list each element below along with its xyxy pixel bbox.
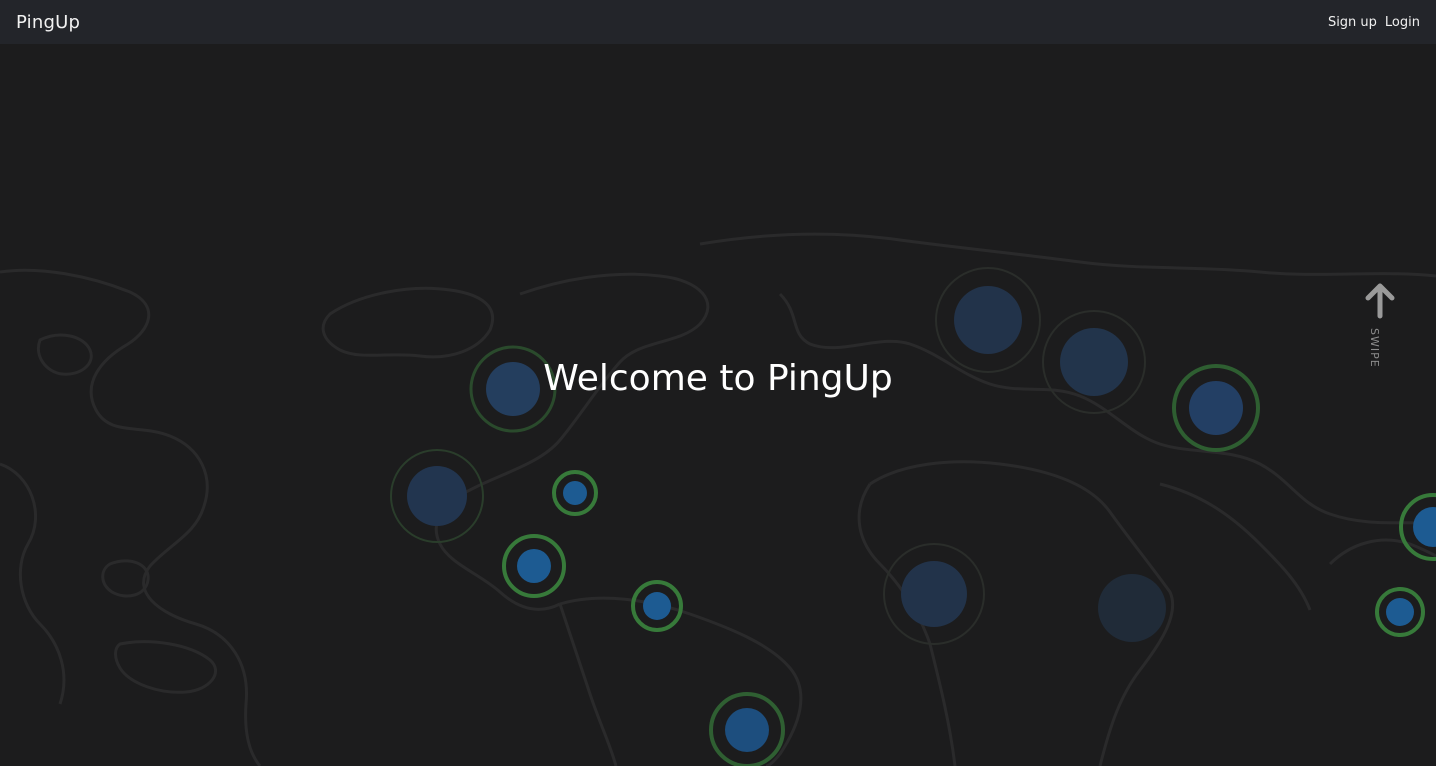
ping-marker-faded[interactable] bbox=[883, 543, 985, 645]
ping-marker-active[interactable] bbox=[709, 692, 785, 766]
continent-outlines bbox=[0, 232, 1436, 766]
ping-marker-active[interactable] bbox=[502, 534, 566, 598]
swipe-label: SWIPE bbox=[1368, 328, 1381, 368]
top-navbar: PingUp Sign up Login bbox=[0, 0, 1436, 44]
ping-marker-faded[interactable] bbox=[1098, 574, 1166, 642]
ping-marker-active[interactable] bbox=[552, 470, 598, 516]
hero-section: Welcome to PingUp SWIPE bbox=[0, 44, 1436, 766]
ping-marker-active[interactable] bbox=[1399, 493, 1436, 561]
greenland-outline bbox=[321, 286, 494, 359]
world-map-background bbox=[0, 232, 1436, 766]
swipe-indicator[interactable]: SWIPE bbox=[1360, 280, 1400, 380]
signup-link[interactable]: Sign up bbox=[1328, 15, 1377, 30]
ping-marker-active[interactable] bbox=[1375, 587, 1425, 637]
brand-logo-link[interactable]: PingUp bbox=[16, 12, 80, 33]
hero-heading: Welcome to PingUp bbox=[543, 358, 893, 399]
arrow-up-icon bbox=[1365, 283, 1395, 319]
nav-links: Sign up Login bbox=[1328, 15, 1420, 30]
north-america-east-outline bbox=[434, 272, 710, 611]
login-link[interactable]: Login bbox=[1385, 15, 1420, 30]
ping-markers bbox=[390, 267, 1436, 766]
ping-marker-active[interactable] bbox=[631, 580, 683, 632]
ping-marker-faded[interactable] bbox=[935, 267, 1041, 373]
